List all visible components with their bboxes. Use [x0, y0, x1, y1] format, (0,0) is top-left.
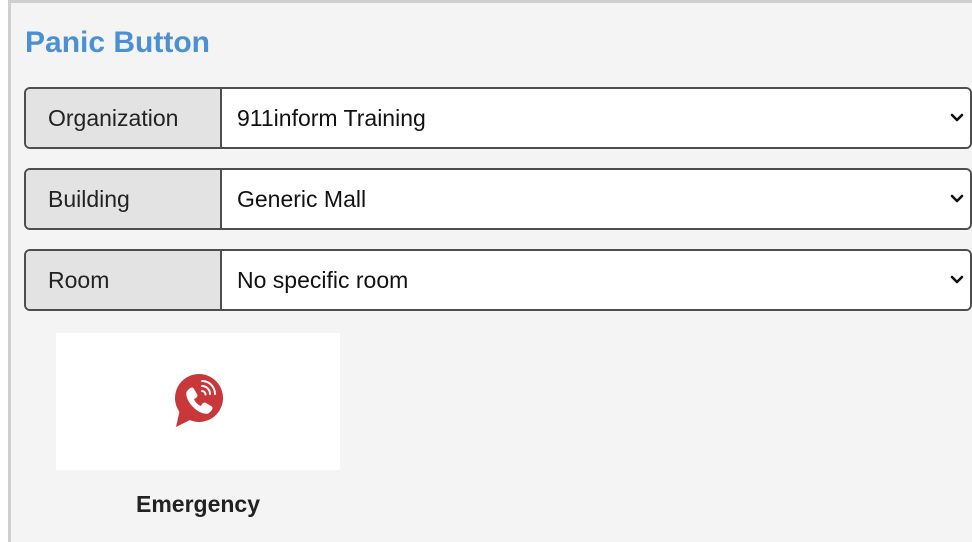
- chevron-down-icon: [950, 275, 964, 284]
- building-select[interactable]: Generic Mall: [222, 170, 970, 228]
- organization-select[interactable]: 911inform Training: [222, 89, 970, 147]
- room-select-value: No specific room: [237, 266, 409, 293]
- emergency-button[interactable]: [56, 333, 340, 470]
- phone-speech-bubble-icon: [175, 374, 223, 427]
- building-label: Building: [26, 170, 222, 228]
- emergency-label[interactable]: Emergency: [56, 491, 340, 518]
- panic-button-panel: Panic Button Organization 911inform Trai…: [8, 0, 972, 542]
- room-select[interactable]: No specific room: [222, 251, 970, 309]
- room-label: Room: [26, 251, 222, 309]
- page-title: Panic Button: [25, 26, 210, 59]
- room-field: Room No specific room: [24, 249, 972, 311]
- chevron-down-icon: [950, 194, 964, 203]
- building-select-value: Generic Mall: [237, 185, 367, 212]
- chevron-down-icon: [950, 113, 964, 122]
- organization-label: Organization: [26, 89, 222, 147]
- organization-field: Organization 911inform Training: [24, 87, 972, 149]
- building-field: Building Generic Mall: [24, 168, 972, 230]
- organization-select-value: 911inform Training: [237, 104, 426, 131]
